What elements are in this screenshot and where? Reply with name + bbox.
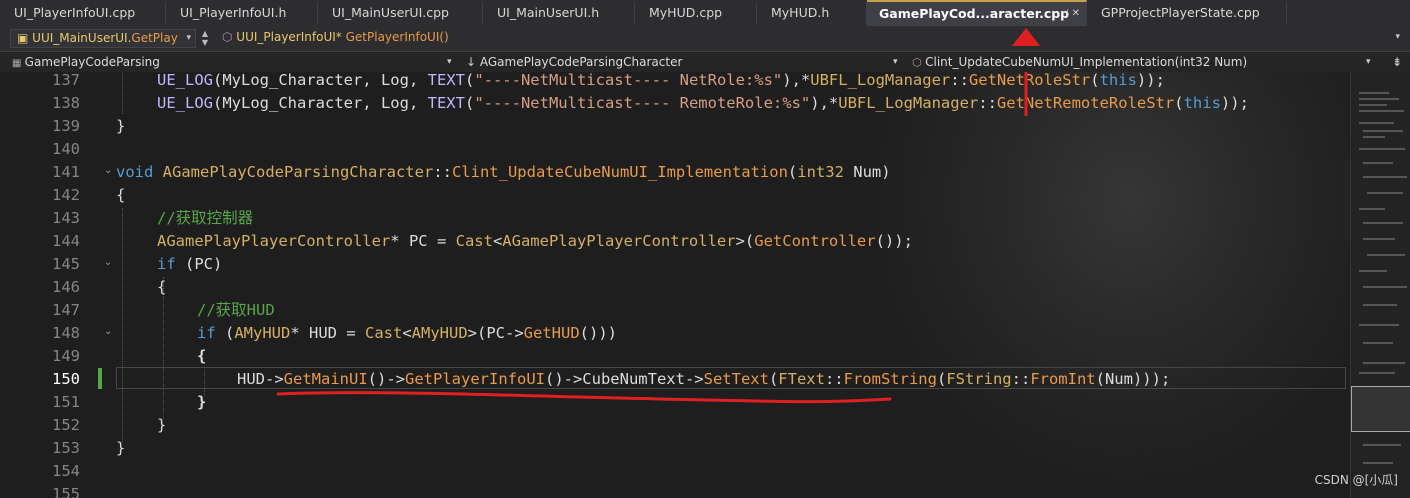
pin-close-icons[interactable]: ⊣ ✕ bbox=[1060, 2, 1080, 26]
cube-icon: ⬡ bbox=[222, 30, 237, 44]
class-name: AGamePlayCodeParsingCharacter bbox=[479, 55, 683, 69]
tab-label: MyHUD.h bbox=[771, 5, 830, 20]
code-editor[interactable]: 137 138 139 140 141 142 143 144 145 146 … bbox=[0, 72, 1350, 498]
arrow-down-icon: ↓ bbox=[466, 55, 480, 69]
tab-label: GamePlayCod...aracter.cpp bbox=[879, 6, 1070, 21]
scope-stepper[interactable]: ▲ ▼ bbox=[198, 29, 212, 48]
class-dropdown[interactable]: ↓ AGamePlayCodeParsingCharacter bbox=[462, 52, 906, 72]
tab-label: UI_MainUserUI.h bbox=[497, 5, 600, 20]
scope-dropdown[interactable]: ▣ UUI_MainUserUI.GetPlay ▾ bbox=[10, 29, 196, 48]
tab-label: UI_PlayerInfoUI.cpp bbox=[14, 5, 136, 20]
tab-label: MyHUD.cpp bbox=[649, 5, 723, 20]
member-function: GetPlayerInfoUI() bbox=[345, 30, 449, 44]
tab-label: UI_PlayerInfoUI.h bbox=[180, 5, 287, 20]
scope-class: UUI_MainUserUI. bbox=[32, 31, 132, 45]
minimap-scrollbar[interactable] bbox=[1350, 72, 1410, 498]
code-navigation-bar: ▦ GamePlayCodeParsing ▾ ↓ AGamePlayCodeP… bbox=[0, 52, 1410, 73]
tab-ui-playerinfoui-h[interactable]: UI_PlayerInfoUI.h bbox=[166, 2, 318, 24]
tab-myhud-h[interactable]: MyHUD.h bbox=[757, 2, 867, 24]
split-editor-icon[interactable]: ⇟ bbox=[1392, 52, 1402, 72]
chevron-down-icon: ▾ bbox=[1366, 57, 1371, 67]
chevron-down-icon: ▾ bbox=[1395, 32, 1400, 42]
class-icon: ▣ bbox=[17, 31, 33, 45]
navigation-toolbar: ▣ UUI_MainUserUI.GetPlay ▾ ▲ ▼ ⬡ UUI_Play… bbox=[0, 26, 1410, 52]
tab-myhud-cpp[interactable]: MyHUD.cpp bbox=[635, 2, 757, 24]
member-dropdown[interactable]: ⬡ UUI_PlayerInfoUI* GetPlayerInfoUI() ▾ bbox=[216, 29, 1408, 48]
tab-ui-mainuserui-h[interactable]: UI_MainUserUI.h bbox=[483, 2, 635, 24]
tab-gameplaycodeparsingcharacter-cpp[interactable]: GamePlayCod...aracter.cpp ⊣ ✕ bbox=[867, 0, 1087, 26]
tab-label: GPProjectPlayerState.cpp bbox=[1101, 5, 1260, 20]
csdn-watermark: CSDN @[小瓜] bbox=[1314, 473, 1398, 487]
tab-ui-mainuserui-cpp[interactable]: UI_MainUserUI.cpp bbox=[318, 2, 483, 24]
project-icon: ▦ bbox=[12, 58, 25, 69]
member-class: UUI_PlayerInfoUI* bbox=[236, 30, 342, 44]
red-underline-annotation bbox=[276, 391, 892, 404]
member-function-dropdown[interactable]: ⬡ Clint_UpdateCubeNumUI_Implementation(i… bbox=[908, 52, 1392, 72]
member-name: Clint_UpdateCubeNumUI_Implementation(int… bbox=[925, 55, 1248, 69]
annotation-overlay bbox=[276, 72, 1028, 404]
document-tab-bar: UI_PlayerInfoUI.cpp UI_PlayerInfoUI.h UI… bbox=[0, 0, 1410, 26]
chevron-down-icon: ▾ bbox=[893, 57, 898, 67]
project-dropdown[interactable]: ▦ GamePlayCodeParsing bbox=[8, 52, 460, 72]
project-name: GamePlayCodeParsing bbox=[24, 55, 160, 69]
scope-member: GetPlay bbox=[131, 31, 178, 45]
chevron-down-icon: ▾ bbox=[186, 33, 191, 43]
minimap-viewport[interactable] bbox=[1351, 386, 1410, 432]
cube-icon: ⬡ bbox=[912, 56, 926, 69]
tab-ui-playerinfoui-cpp[interactable]: UI_PlayerInfoUI.cpp bbox=[0, 2, 166, 24]
chevron-down-icon: ▾ bbox=[447, 57, 452, 67]
red-arrow-head bbox=[1012, 28, 1040, 46]
tab-gpprojectplayerstate-cpp[interactable]: GPProjectPlayerState.cpp bbox=[1087, 2, 1287, 24]
tab-label: UI_MainUserUI.cpp bbox=[332, 5, 449, 20]
